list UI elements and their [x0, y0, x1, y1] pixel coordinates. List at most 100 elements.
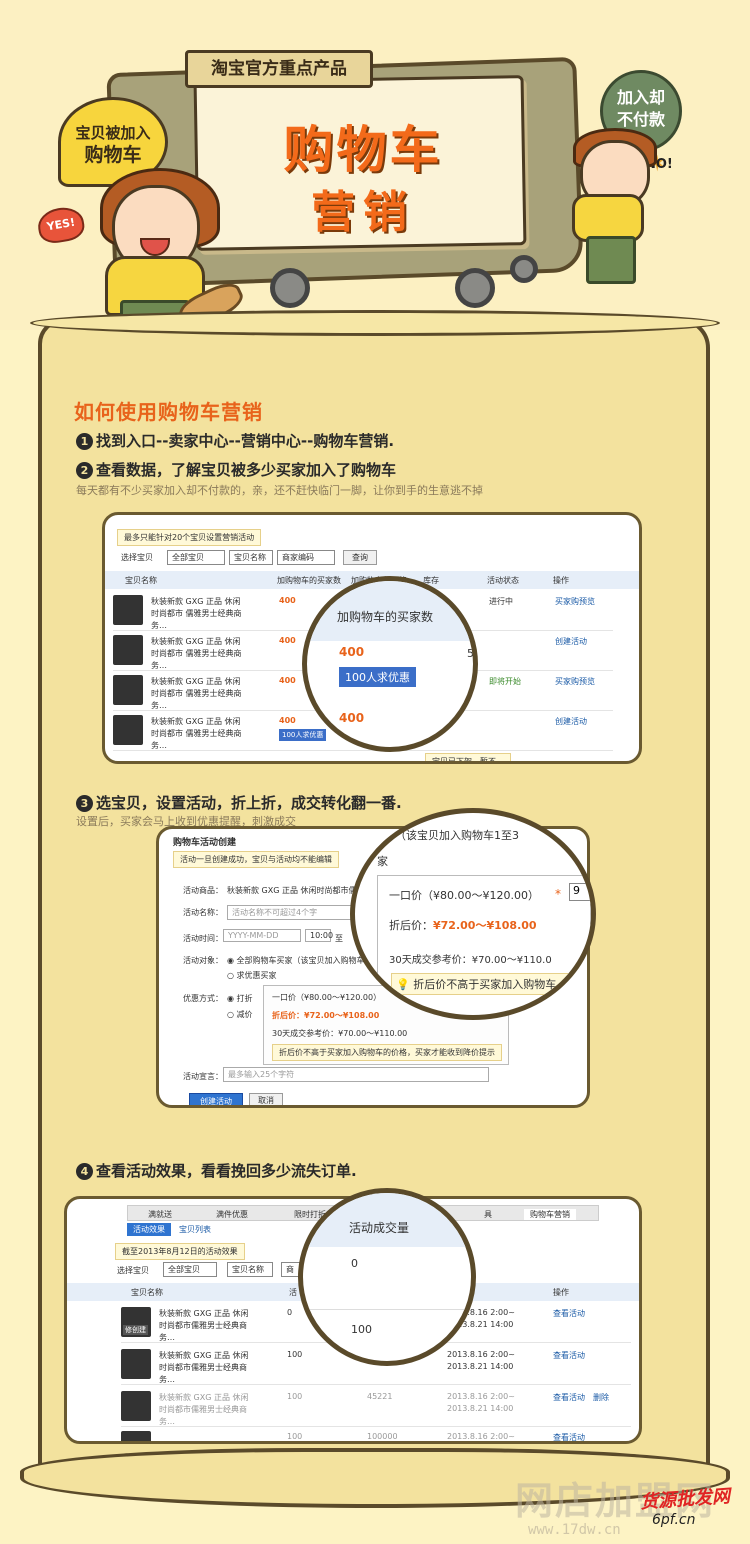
discount-option-minus[interactable]: ○ 减价: [227, 1009, 253, 1020]
price-line: 一口价（¥80.00～¥120.00）: [272, 993, 382, 1002]
zoom-tip: 💡 折后价不高于买家加入购物车: [391, 973, 591, 995]
bulb-icon: 💡: [396, 978, 410, 991]
name-field[interactable]: 宝贝名称: [227, 1262, 273, 1277]
zoom-deal-value-1: 0: [351, 1257, 358, 1270]
cart-wheel-back: [510, 255, 538, 283]
step-number-3: 3: [76, 795, 93, 812]
tab-gift[interactable]: 满就送: [148, 1209, 172, 1220]
tab-tools[interactable]: 具: [484, 1209, 492, 1220]
name-label: 活动名称：: [183, 908, 223, 917]
form-title: 购物车活动创建: [173, 838, 237, 848]
buyer-count: 400: [279, 636, 296, 645]
product-name: 秋装新款 GXG 正品 休闲时尚都市儒雅男士经典商务…: [159, 1309, 249, 1342]
query-button[interactable]: 查询: [343, 550, 377, 565]
zoom-deal-count: 活动成交量 0 100: [298, 1188, 476, 1366]
product-thumbnail: [113, 595, 143, 625]
product-thumbnail: [121, 1391, 151, 1421]
target-option-requesters-text: 求优惠买家: [236, 971, 277, 980]
col-action: 操作: [553, 576, 569, 585]
product-thumbnail: [113, 675, 143, 705]
zoom-discount-line: 折后价：¥72.00～¥108.00: [389, 917, 537, 933]
action-link[interactable]: 买家购预览: [555, 596, 595, 607]
buyer-count: 400: [279, 716, 296, 725]
step-1: 1 找到入口--卖家中心--营销中心--购物车营销.: [76, 430, 394, 451]
time-label: 活动时间：: [183, 934, 223, 943]
product-thumbnail: [113, 635, 143, 665]
zoom-home-text: 家: [377, 855, 388, 868]
yes-heart-icon: YES!: [35, 204, 87, 246]
start-hour-select[interactable]: 10:00: [305, 929, 333, 942]
bubble-text-line1: 宝贝被加入: [75, 124, 151, 142]
product-label: 活动商品：: [183, 886, 223, 895]
create-activity-button[interactable]: 创建活动: [189, 1093, 243, 1105]
discount-option-percent-text: 打折: [236, 994, 253, 1003]
offshelf-notice: 宝贝已下架，暂不…: [425, 753, 511, 761]
code-field[interactable]: 商家编码: [277, 550, 335, 565]
activity-name-input[interactable]: 活动名称不可超过4个字: [227, 905, 357, 920]
step-4-text: 查看活动效果，看看挽回多少流失订单.: [96, 1162, 357, 1180]
filter-label: 选择宝贝: [121, 553, 153, 562]
time-start: 2013.8.16 2:00~: [447, 1392, 515, 1401]
avg-price-line: 30天成交参考价：¥70.00～¥110.00: [272, 1029, 408, 1038]
subtab-products[interactable]: 宝贝列表: [179, 1224, 211, 1235]
price-tip: 折后价不高于买家加入购物车的价格，买家才能收到降价提示: [272, 1044, 502, 1061]
subtab-effect[interactable]: 活动效果: [127, 1223, 171, 1236]
deal-count: 100: [287, 1392, 303, 1401]
action-link[interactable]: 创建活动: [555, 636, 587, 647]
view-activity-link[interactable]: 查看活动: [553, 1392, 585, 1403]
discount-price-line: 折后价：¥72.00～¥108.00: [272, 1011, 380, 1020]
product-thumbnail: [121, 1349, 151, 1379]
status-text: 进行中: [489, 597, 513, 606]
buyer-count: 400: [279, 596, 296, 605]
product-name: 秋装新款 GXG 正品 休闲时尚都市 儒雅男士经典商务…: [151, 677, 242, 710]
tab-cart-marketing[interactable]: 购物车营销: [524, 1209, 576, 1220]
table-row: 秋装新款 GXG 正品 休闲时尚都市儒雅男士经典商务… 100 45221 20…: [121, 1387, 631, 1427]
action-link[interactable]: 创建活动: [555, 716, 587, 727]
limit-notice: 最多只能针对20个宝贝设置营销活动: [117, 529, 262, 546]
zoom-avg-line: 30天成交参考价：¥70.00～¥110.0: [389, 955, 552, 966]
zoom-value-bottom: 400: [339, 711, 365, 725]
step-number-4: 4: [76, 1163, 93, 1180]
view-activity-link[interactable]: 查看活动: [553, 1350, 585, 1361]
cancel-button[interactable]: 取消: [249, 1093, 283, 1105]
product-thumbnail: [121, 1431, 151, 1441]
target-label: 活动对象：: [183, 956, 223, 965]
new-badge: 修创建: [123, 1325, 148, 1335]
view-activity-link[interactable]: 查看活动: [553, 1432, 585, 1441]
step-2-text: 查看数据，了解宝贝被多少买家加入了购物车: [96, 461, 397, 479]
scroll-top-edge: [30, 310, 720, 336]
zoom-value-top: 400: [339, 645, 365, 659]
page-title: 购物车: [283, 120, 443, 179]
time-start: 2013.8.16 2:00~: [447, 1350, 515, 1359]
product-thumbnail: [113, 715, 143, 745]
target-option-requesters[interactable]: ○ 求优惠买家: [227, 970, 277, 981]
watermark-red: 货源批发网: [639, 1485, 731, 1514]
deal-count: 0: [287, 1308, 293, 1317]
step-2-note: 每天都有不少买家加入却不付款的，亲，还不赶快临门一脚，让你到手的生意逃不掉: [76, 484, 483, 497]
name-field[interactable]: 宝贝名称: [229, 550, 273, 565]
step-2: 2 查看数据，了解宝贝被多少买家加入了购物车: [76, 459, 396, 480]
start-date-input[interactable]: YYYY-MM-DD: [223, 929, 301, 942]
slogan-input[interactable]: 最多输入25个字符: [223, 1067, 489, 1082]
date-notice: 截至2013年8月12日的活动效果: [115, 1243, 245, 1260]
tab-multi-discount[interactable]: 满件优惠: [216, 1209, 248, 1220]
product-name: 秋装新款 GXG 正品 休闲时尚都市儒雅男士经典商务…: [159, 1393, 249, 1426]
discount-option-percent[interactable]: ◉ 打折: [227, 993, 253, 1004]
product-select[interactable]: 全部宝贝: [163, 1262, 217, 1277]
discount-request-tag: 100人求优惠: [279, 729, 327, 741]
step-3: 3 选宝贝，设置活动，折上折，成交转化翻一番.: [76, 792, 402, 813]
product-select[interactable]: 全部宝贝: [167, 550, 225, 565]
buyer-count: 400: [279, 676, 296, 685]
boy-legs: [586, 236, 636, 284]
delete-link[interactable]: 删除: [593, 1392, 609, 1403]
product-name: 秋装新款 GXG 正品 休闲时尚都市 儒雅男士经典商务…: [151, 597, 242, 630]
action-link[interactable]: 买家购预览: [555, 676, 595, 687]
zoom-price-value: 50: [467, 647, 474, 660]
view-activity-link[interactable]: 查看活动: [553, 1308, 585, 1319]
watermark-site: 6pf.cn: [652, 1512, 696, 1528]
step-4: 4 查看活动效果，看看挽回多少流失订单.: [76, 1160, 357, 1181]
edit-warning: 活动一旦创建成功，宝贝与活动均不能编辑: [173, 851, 339, 868]
discount-label: 优惠方式：: [183, 994, 223, 1003]
cart-wheel-right: [455, 268, 495, 308]
product-name: 秋装新款 GXG 正品 休闲时尚都市 儒雅男士经典商务…: [151, 717, 242, 750]
